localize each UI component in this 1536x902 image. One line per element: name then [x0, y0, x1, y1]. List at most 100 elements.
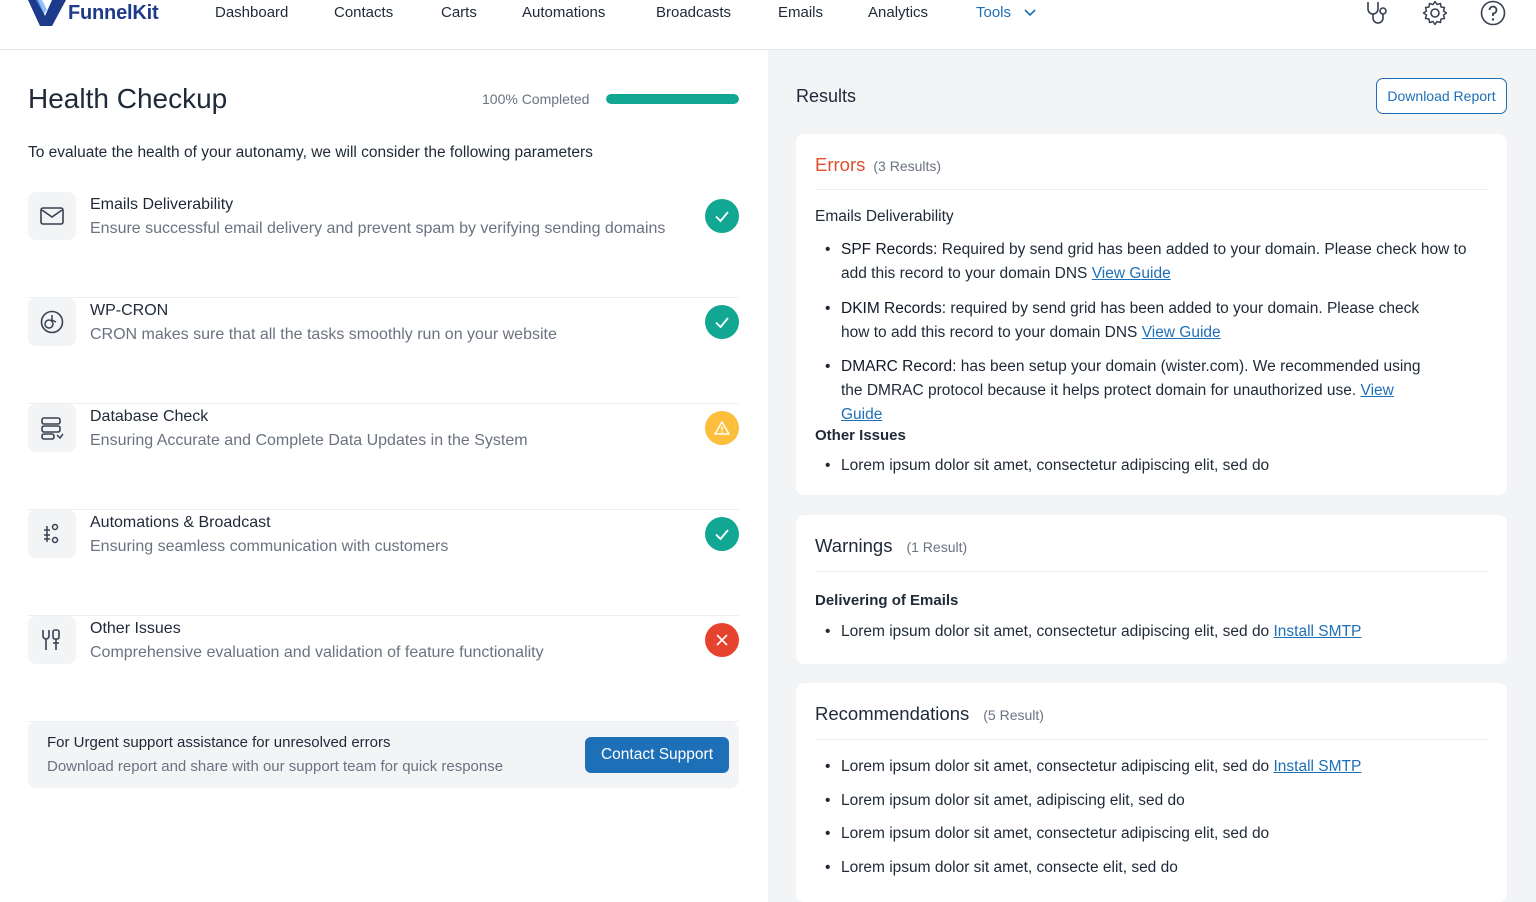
item-label: DMARC Record: [841, 358, 957, 375]
mail-icon [28, 192, 76, 240]
support-title: For Urgent support assistance for unreso… [47, 734, 391, 751]
warnings-card-header: Warnings (1 Result) [815, 535, 1488, 572]
nav-dashboard[interactable]: Dashboard [215, 4, 288, 21]
warnings-section-title: Delivering of Emails [815, 592, 959, 609]
errors-section-title: Emails Deliverability [815, 208, 954, 225]
item-text: Lorem ipsum dolor sit amet, consecte eli… [841, 859, 1178, 876]
list-item: • Lorem ipsum dolor sit amet, consectetu… [825, 454, 1475, 478]
check-row-wp-cron[interactable]: WP-CRON CRON makes sure that all the tas… [28, 298, 739, 404]
check-desc: Ensure successful email delivery and pre… [90, 220, 666, 237]
check-title: Emails Deliverability [90, 196, 234, 213]
nav-tools-label: Tools [976, 4, 1012, 21]
progress-bar [606, 94, 739, 104]
errors-card: Errors (3 Results) Emails Deliverability… [796, 134, 1507, 495]
nav-broadcasts[interactable]: Broadcasts [656, 4, 731, 21]
list-item: • Lorem ipsum dolor sit amet, consectetu… [825, 623, 1362, 640]
progress-label: 100% Completed [482, 91, 590, 107]
list-item: • Lorem ipsum dolor sit amet, consecte e… [825, 856, 1475, 880]
contact-support-button[interactable]: Contact Support [585, 737, 729, 773]
nav-tools[interactable]: Tools [976, 4, 1037, 21]
check-desc: Comprehensive evaluation and validation … [90, 644, 544, 661]
results-panel: Results Download Report Errors (3 Result… [768, 50, 1536, 902]
view-guide-link[interactable]: View Guide [1092, 265, 1171, 282]
results-title: Results [796, 86, 857, 106]
tools-icon [28, 616, 76, 664]
item-label: SPF Records: [841, 241, 938, 258]
recommendations-card-header: Recommendations (5 Result) [815, 703, 1488, 740]
automation-icon [28, 510, 76, 558]
support-box: For Urgent support assistance for unreso… [28, 722, 739, 788]
warnings-card: Warnings (1 Result) Delivering of Emails… [796, 515, 1507, 664]
nav-emails[interactable]: Emails [778, 4, 823, 21]
success-check-icon [705, 517, 739, 551]
page-title: Health Checkup [28, 83, 228, 114]
errors-count: (3 Results) [873, 158, 942, 174]
stethoscope-icon[interactable] [1364, 0, 1390, 26]
item-text: Lorem ipsum dolor sit amet, consectetur … [841, 758, 1270, 775]
item-text: the DMRAC protocol because it helps prot… [841, 382, 1357, 399]
funnelkit-logo[interactable]: FunnelKit [28, 0, 159, 26]
item-text: Lorem ipsum dolor sit amet, consectetur … [841, 825, 1270, 842]
item-text: Lorem ipsum dolor sit amet, consectetur … [841, 623, 1270, 640]
cron-icon [28, 298, 76, 346]
list-item: • SPF Records: Required by send grid has… [825, 241, 1467, 282]
check-desc: Ensuring seamless communication with cus… [90, 538, 449, 555]
warning-icon [705, 411, 739, 445]
item-text: Required by send grid has been added to … [941, 241, 1467, 258]
install-smtp-link[interactable]: Install SMTP [1274, 758, 1362, 775]
item-text: add this record to your domain DNS [841, 265, 1088, 282]
nav-carts[interactable]: Carts [441, 4, 477, 21]
item-text: required by send grid has been added to … [950, 300, 1420, 317]
support-desc: Download report and share with our suppo… [47, 758, 504, 775]
check-title: Database Check [90, 408, 209, 425]
check-desc: CRON makes sure that all the tasks smoot… [90, 326, 557, 343]
nav-analytics[interactable]: Analytics [868, 4, 928, 21]
install-smtp-link[interactable]: Install SMTP [1274, 623, 1362, 640]
check-title: Automations & Broadcast [90, 514, 271, 531]
check-row-emails-deliverability[interactable]: Emails Deliverability Ensure successful … [28, 192, 739, 298]
list-item: • Lorem ipsum dolor sit amet, consectetu… [825, 822, 1475, 846]
item-label: DKIM Records: [841, 300, 947, 317]
nav-automations[interactable]: Automations [522, 4, 605, 21]
other-issues-title: Other Issues [815, 427, 906, 444]
check-row-automations-broadcast[interactable]: Automations & Broadcast Ensuring seamles… [28, 510, 739, 616]
check-title: WP-CRON [90, 302, 169, 319]
item-text: Lorem ipsum dolor sit amet, adipiscing e… [841, 792, 1185, 809]
error-x-icon [705, 623, 739, 657]
list-item: • Lorem ipsum dolor sit amet, consectetu… [825, 758, 1362, 775]
errors-title: Errors [815, 154, 866, 175]
database-icon [28, 404, 76, 452]
view-guide-link[interactable]: View Guide [1142, 324, 1221, 341]
success-check-icon [705, 199, 739, 233]
item-text: how to add this record to your domain DN… [841, 324, 1138, 341]
list-item: • DMARC Record: has been setup your doma… [825, 358, 1421, 423]
item-text: has been setup your domain (wister.com).… [960, 358, 1421, 375]
recommendations-card: Recommendations (5 Result) • Lorem ipsum… [796, 683, 1507, 902]
progress-bar-fill [606, 94, 739, 104]
health-checkup-panel: Health Checkup 100% Completed To evaluat… [0, 50, 768, 902]
check-desc: Ensuring Accurate and Complete Data Upda… [90, 432, 528, 449]
list-item: • DKIM Records: required by send grid ha… [825, 300, 1420, 341]
help-icon[interactable] [1480, 0, 1506, 26]
download-report-button[interactable]: Download Report [1376, 78, 1507, 114]
warnings-count: (1 Result) [906, 539, 968, 555]
nav-contacts[interactable]: Contacts [334, 4, 393, 21]
brand-name: FunnelKit [68, 1, 159, 24]
view-guide-link-continued[interactable]: Guide [841, 406, 882, 423]
view-guide-link[interactable]: View [1361, 382, 1394, 399]
warnings-title: Warnings [815, 535, 893, 556]
intro-text: To evaluate the health of your autonamy,… [28, 144, 593, 161]
success-check-icon [705, 305, 739, 339]
check-row-other-issues[interactable]: Other Issues Comprehensive evaluation an… [28, 616, 739, 722]
recommendations-title: Recommendations [815, 703, 970, 724]
check-row-database-check[interactable]: Database Check Ensuring Accurate and Com… [28, 404, 739, 510]
funnelkit-logo-icon [28, 0, 66, 26]
top-navigation: FunnelKit Dashboard Contacts Carts Autom… [0, 0, 1536, 50]
check-title: Other Issues [90, 620, 181, 637]
gear-icon[interactable] [1422, 0, 1448, 26]
chevron-down-icon [1024, 9, 1036, 17]
item-text: Lorem ipsum dolor sit amet, consectetur … [841, 457, 1270, 474]
recommendations-count: (5 Result) [983, 707, 1044, 723]
errors-card-header: Errors (3 Results) [815, 154, 1488, 190]
list-item: • Lorem ipsum dolor sit amet, adipiscing… [825, 789, 1475, 813]
